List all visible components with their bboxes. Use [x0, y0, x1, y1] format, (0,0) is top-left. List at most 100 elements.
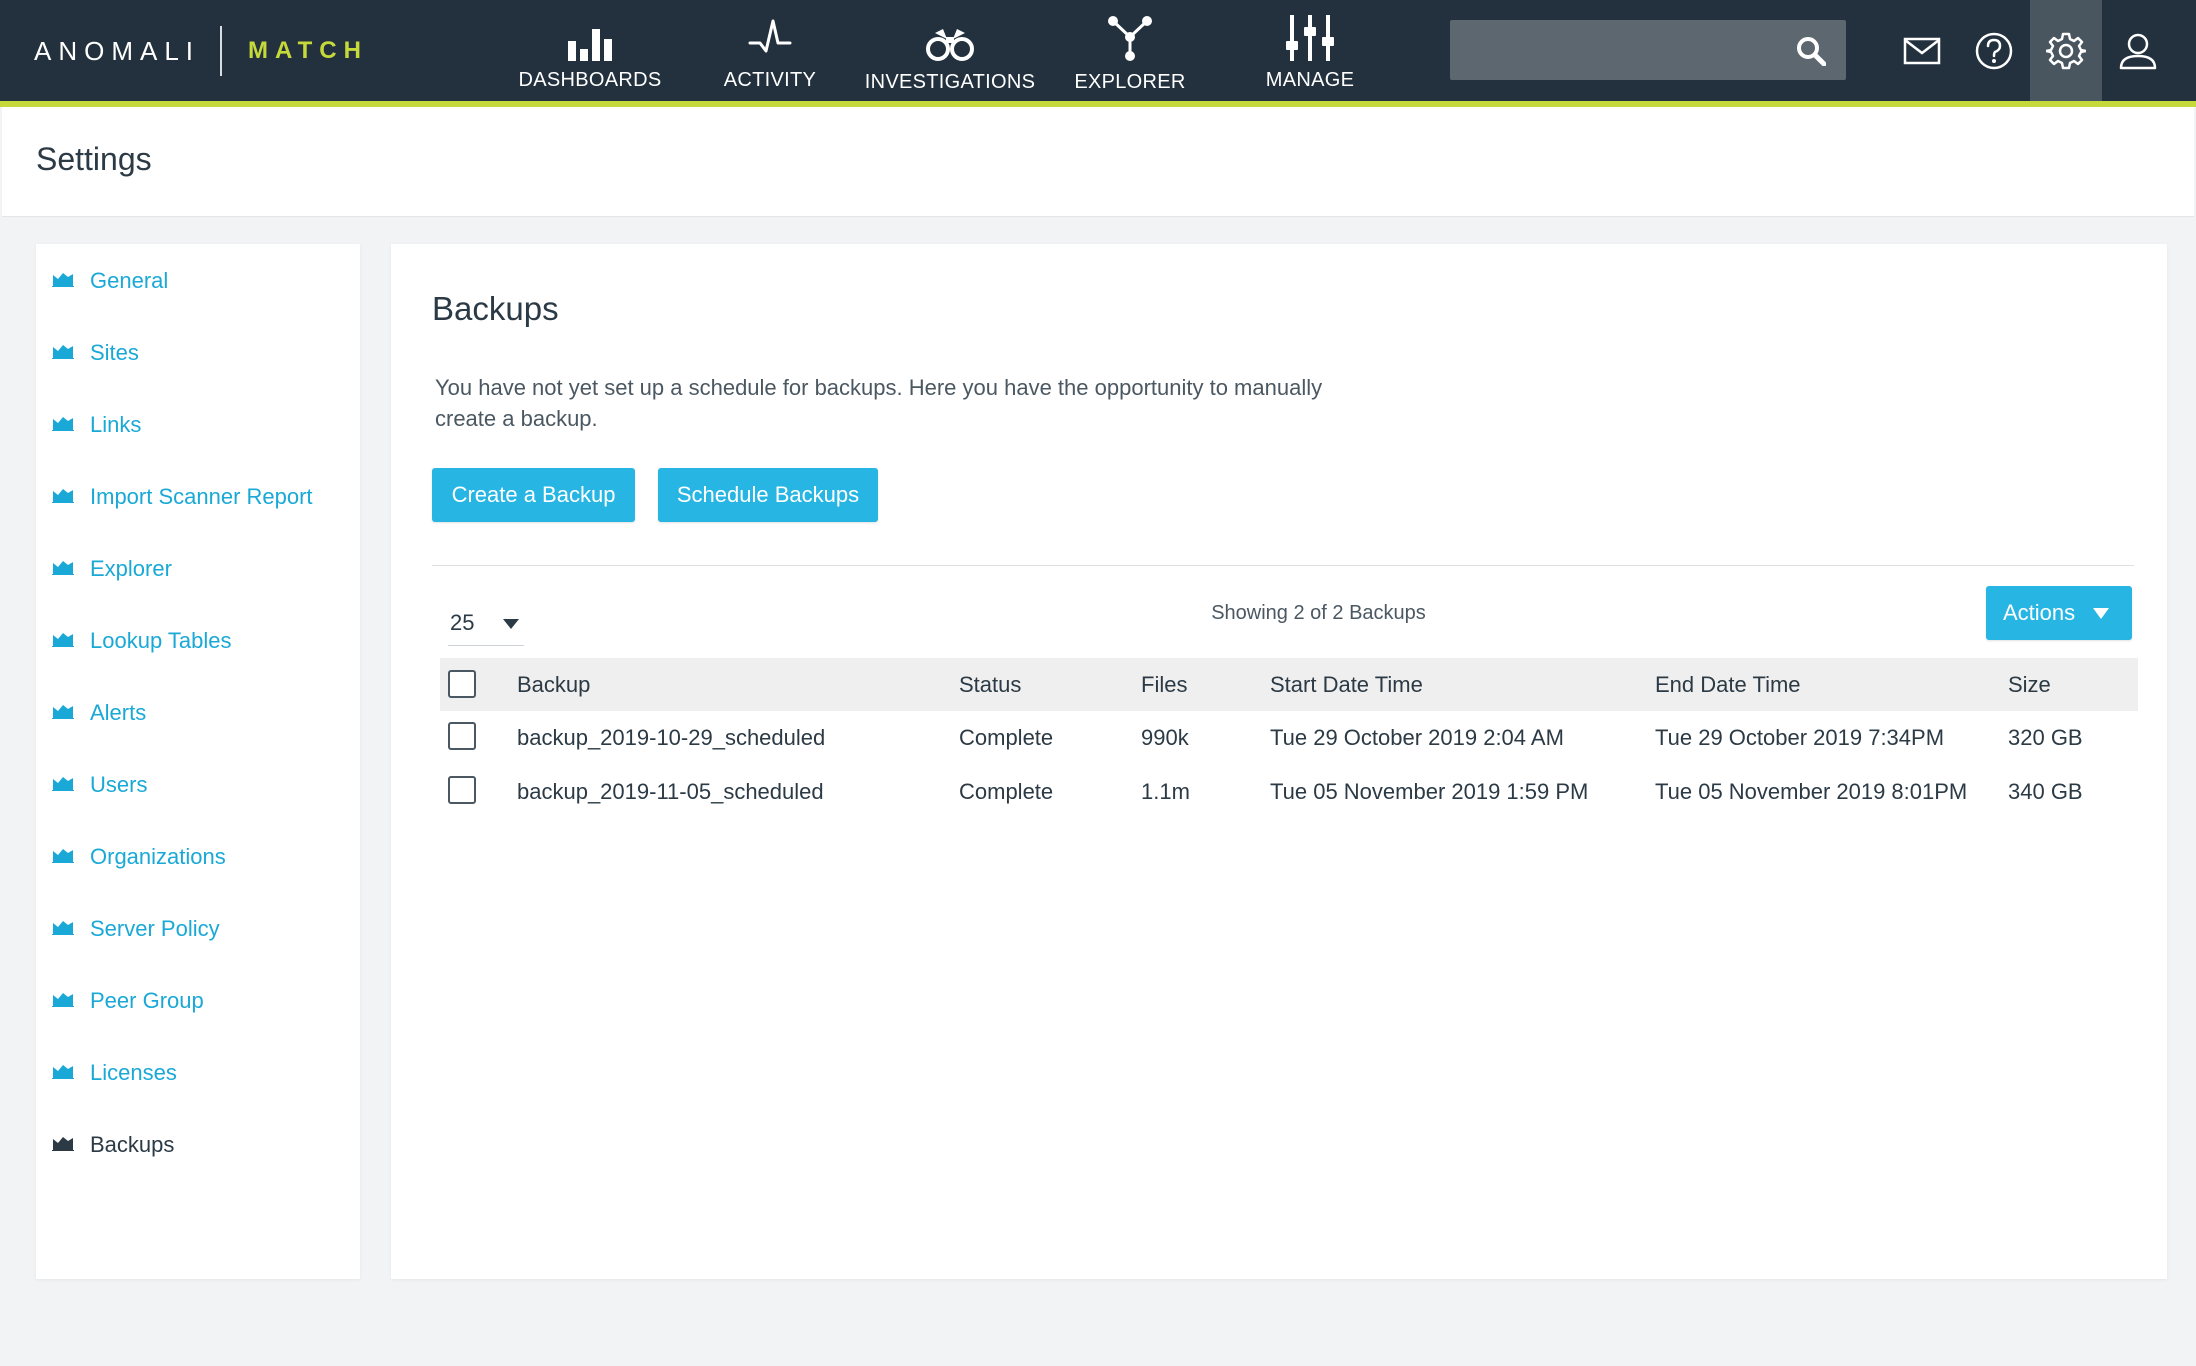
row-checkbox[interactable]: [448, 776, 476, 804]
top-navigation-bar: ANOMALI MATCH DASHBOARDS ACTIVITY INVEST…: [0, 0, 2196, 101]
table-header: Backup Status Files Start Date Time End …: [440, 658, 2138, 711]
table-row[interactable]: backup_2019-10-29_scheduled Complete 990k T…: [440, 711, 2138, 765]
sidebar-item-general[interactable]: General: [36, 256, 360, 306]
size-cell: 320 GB: [2008, 725, 2083, 750]
mail-icon[interactable]: [1886, 0, 1958, 101]
area-chart-icon: [52, 919, 74, 940]
column-header-end-date-time[interactable]: End Date Time: [1655, 658, 1801, 711]
nav-label: MANAGE: [1265, 69, 1355, 91]
brand-product: MATCH: [248, 37, 368, 64]
area-chart-icon: [52, 487, 74, 508]
page-title: Settings: [36, 141, 152, 177]
files-cell: 990k: [1141, 725, 1189, 750]
pulse-icon: [748, 19, 792, 53]
status-cell: Complete: [959, 779, 1054, 804]
sidebar-item-peer-group[interactable]: Peer Group: [36, 976, 360, 1026]
area-chart-icon: [52, 1135, 74, 1156]
actions-button[interactable]: Actions: [1986, 586, 2132, 640]
help-icon[interactable]: [1958, 0, 2030, 101]
nav-manage[interactable]: MANAGE: [1250, 12, 1370, 92]
nav-explorer[interactable]: EXPLORER: [1070, 14, 1190, 94]
gear-icon[interactable]: [2030, 0, 2102, 101]
sidebar-item-organizations[interactable]: Organizations: [36, 832, 360, 882]
status-cell: Complete: [959, 725, 1054, 750]
area-chart-icon: [52, 631, 74, 652]
sidebar-item-explorer[interactable]: Explorer: [36, 544, 360, 594]
nav-investigations[interactable]: INVESTIGATIONS: [865, 14, 1035, 94]
sidebar-item-label: Peer Group: [90, 988, 204, 1013]
section-description: You have not yet set up a schedule for b…: [435, 375, 1323, 431]
brand-name: ANOMALI: [34, 35, 201, 66]
sidebar-item-label: Links: [90, 412, 142, 437]
sidebar-item-licenses[interactable]: Licenses: [36, 1048, 360, 1098]
sidebar-item-alerts[interactable]: Alerts: [36, 688, 360, 738]
backup-name-cell: backup_2019-11-05_scheduled: [517, 779, 824, 804]
actions-label: Actions: [2003, 600, 2076, 625]
area-chart-icon: [52, 775, 74, 796]
sidebar-item-label: Users: [90, 772, 148, 797]
nav-activity[interactable]: ACTIVITY: [710, 12, 830, 92]
sidebar-item-label: Explorer: [90, 556, 172, 581]
nav-label: DASHBOARDS: [518, 69, 662, 91]
nav-dashboards[interactable]: DASHBOARDS: [518, 12, 662, 92]
showing-count-text: Showing 2 of 2 Backups: [1211, 602, 1426, 624]
select-all-checkbox[interactable]: [448, 670, 476, 698]
sliders-icon: [1286, 15, 1334, 61]
files-cell: 1.1m: [1141, 779, 1190, 804]
column-header-start-date-time[interactable]: Start Date Time: [1270, 658, 1423, 711]
size-cell: 340 GB: [2008, 779, 2083, 804]
column-header-files[interactable]: Files: [1141, 658, 1187, 711]
user-icon[interactable]: [2102, 0, 2174, 101]
sidebar-item-import-scanner-report[interactable]: Import Scanner Report: [36, 472, 360, 522]
search-icon[interactable]: [1796, 36, 1827, 71]
sidebar-item-backups[interactable]: Backups: [36, 1120, 360, 1170]
end-date-time-cell: Tue 29 October 2019 7:34PM: [1655, 725, 1945, 750]
table-row[interactable]: backup_2019-11-05_scheduled Complete 1.1m T…: [440, 765, 2138, 819]
brand-logo[interactable]: ANOMALI MATCH: [34, 26, 368, 76]
divider: [432, 565, 2134, 566]
sidebar-item-users[interactable]: Users: [36, 760, 360, 810]
sidebar-item-label: Licenses: [90, 1060, 177, 1085]
column-header-size[interactable]: Size: [2008, 658, 2051, 711]
sidebar-item-label: Backups: [90, 1132, 175, 1157]
schedule-backups-button[interactable]: Schedule Backups: [658, 468, 878, 522]
sidebar-item-lookup-tables[interactable]: Lookup Tables: [36, 616, 360, 666]
row-checkbox[interactable]: [448, 722, 476, 750]
nav-label: EXPLORER: [1074, 71, 1186, 93]
column-header-status[interactable]: Status: [959, 658, 1021, 711]
area-chart-icon: [52, 271, 74, 292]
section-title: Backups: [432, 290, 559, 327]
sidebar-item-server-policy[interactable]: Server Policy: [36, 904, 360, 954]
sidebar-item-label: Alerts: [90, 700, 147, 725]
sidebar-item-label: Import Scanner Report: [90, 484, 313, 509]
brand-separator: [220, 26, 223, 76]
area-chart-icon: [52, 1063, 74, 1084]
sidebar-item-label: Server Policy: [90, 916, 220, 941]
search-box: [1450, 20, 1846, 80]
showing-count: Showing 2 of 2 Backups: [391, 602, 2046, 625]
column-header-backup[interactable]: Backup: [517, 658, 590, 711]
sidebar-item-label: Lookup Tables: [90, 628, 232, 653]
page-header: Settings: [2, 107, 2194, 217]
bar-chart-icon: [568, 29, 612, 61]
backup-name-cell: backup_2019-10-29_scheduled: [517, 725, 826, 750]
network-icon: [1108, 16, 1152, 61]
sidebar-item-sites[interactable]: Sites: [36, 328, 360, 378]
sidebar-item-links[interactable]: Links: [36, 400, 360, 450]
search-input[interactable]: [1450, 20, 1790, 80]
create-backup-button[interactable]: Create a Backup: [432, 468, 635, 522]
start-date-time-cell: Tue 05 November 2019 1:59 PM: [1270, 779, 1589, 804]
backups-panel: Backups You have not yet set up a schedu…: [391, 244, 2167, 1279]
area-chart-icon: [52, 415, 74, 436]
sidebar-item-label: General: [90, 268, 169, 293]
end-date-time-cell: Tue 05 November 2019 8:01PM: [1655, 779, 1968, 804]
area-chart-icon: [52, 559, 74, 580]
settings-sidebar: General Sites Links Import Scanner Report Ex…: [36, 244, 360, 1279]
area-chart-icon: [52, 847, 74, 868]
sidebar-item-label: Sites: [90, 340, 139, 365]
area-chart-icon: [52, 991, 74, 1012]
nav-label: INVESTIGATIONS: [864, 71, 1036, 93]
chevron-down-icon: [2093, 608, 2109, 619]
sidebar-item-label: Organizations: [90, 844, 226, 869]
area-chart-icon: [52, 343, 74, 364]
